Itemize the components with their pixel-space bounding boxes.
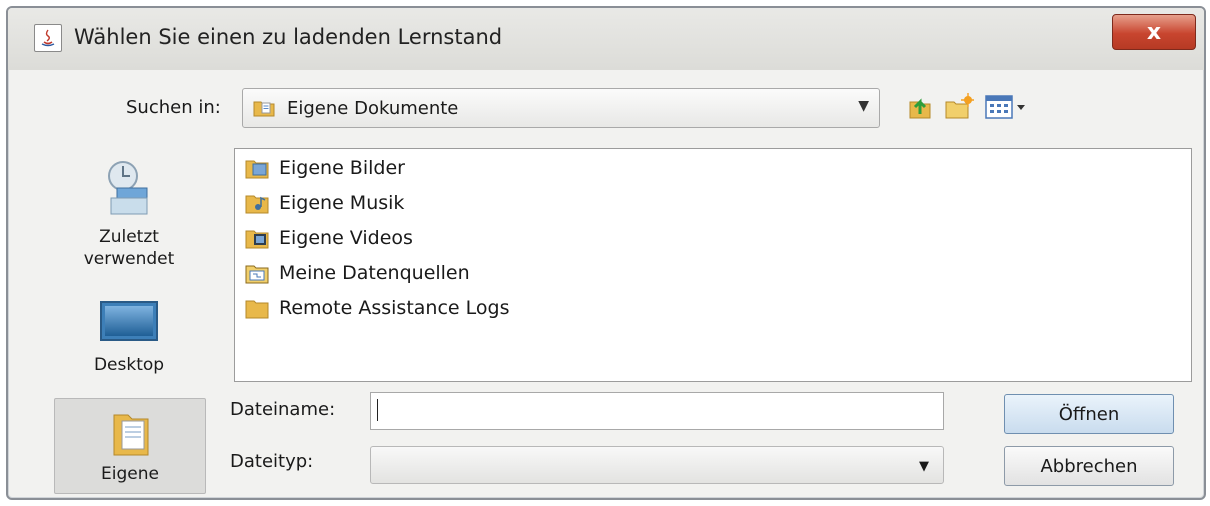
documents-icon bbox=[113, 414, 149, 456]
dialog-title: Wählen Sie einen zu ladenden Lernstand bbox=[74, 25, 503, 49]
look-in-label: Suchen in: bbox=[126, 97, 221, 118]
look-in-combobox[interactable]: Eigene Dokumente ▼ bbox=[242, 88, 880, 128]
datasources-folder-icon bbox=[245, 265, 269, 284]
place-label: Desktop bbox=[93, 355, 165, 375]
places-bar: Zuletzt verwendet Desktop Eigene bbox=[54, 146, 206, 494]
list-item[interactable]: Remote Assistance Logs bbox=[245, 293, 509, 323]
documents-folder-icon bbox=[253, 101, 275, 117]
up-one-level-icon[interactable] bbox=[906, 92, 934, 124]
list-item[interactable]: Eigene Videos bbox=[245, 223, 413, 253]
cancel-button[interactable]: Abbrechen bbox=[1004, 446, 1174, 486]
place-label: Zuletzt bbox=[99, 227, 159, 247]
recent-icon bbox=[108, 161, 148, 215]
place-documents[interactable]: Eigene bbox=[54, 398, 206, 494]
filename-label: Dateiname: bbox=[230, 399, 336, 420]
place-label: verwendet bbox=[83, 249, 175, 269]
list-item[interactable]: Eigene Musik bbox=[245, 188, 404, 218]
filetype-label: Dateityp: bbox=[230, 451, 314, 472]
close-button[interactable]: x bbox=[1112, 14, 1196, 50]
filename-input[interactable] bbox=[370, 392, 944, 430]
file-name: Eigene Bilder bbox=[279, 157, 405, 179]
desktop-icon bbox=[100, 301, 158, 341]
view-menu-icon[interactable] bbox=[984, 92, 1030, 124]
file-list[interactable]: Eigene Bilder Eigene Musik Eigene Videos bbox=[234, 148, 1192, 382]
new-folder-icon[interactable] bbox=[944, 92, 975, 124]
chevron-down-icon: ▼ bbox=[919, 459, 929, 474]
place-recent[interactable]: Zuletzt verwendet bbox=[54, 158, 204, 270]
text-caret bbox=[377, 399, 378, 421]
file-name: Remote Assistance Logs bbox=[279, 297, 510, 319]
java-app-icon bbox=[34, 24, 62, 52]
look-in-value: Eigene Dokumente bbox=[287, 98, 459, 119]
music-folder-icon bbox=[245, 195, 269, 214]
list-item[interactable]: Eigene Bilder bbox=[245, 153, 405, 183]
pictures-folder-icon bbox=[245, 160, 269, 179]
file-name: Meine Datenquellen bbox=[279, 262, 470, 284]
open-button[interactable]: Öffnen bbox=[1004, 394, 1174, 434]
title-bar[interactable]: Wählen Sie einen zu ladenden Lernstand x bbox=[8, 8, 1204, 70]
place-label: Eigene bbox=[101, 464, 159, 484]
chevron-down-icon: ▼ bbox=[858, 98, 869, 114]
place-desktop[interactable]: Desktop bbox=[54, 298, 204, 376]
videos-folder-icon bbox=[245, 230, 269, 249]
file-name: Eigene Musik bbox=[279, 192, 405, 214]
list-item[interactable]: Meine Datenquellen bbox=[245, 258, 470, 288]
file-name: Eigene Videos bbox=[279, 227, 413, 249]
file-chooser-dialog: Wählen Sie einen zu ladenden Lernstand x… bbox=[6, 6, 1206, 500]
close-icon: x bbox=[1146, 19, 1162, 45]
filetype-combobox[interactable]: ▼ bbox=[370, 446, 944, 484]
folder-icon bbox=[245, 300, 269, 319]
